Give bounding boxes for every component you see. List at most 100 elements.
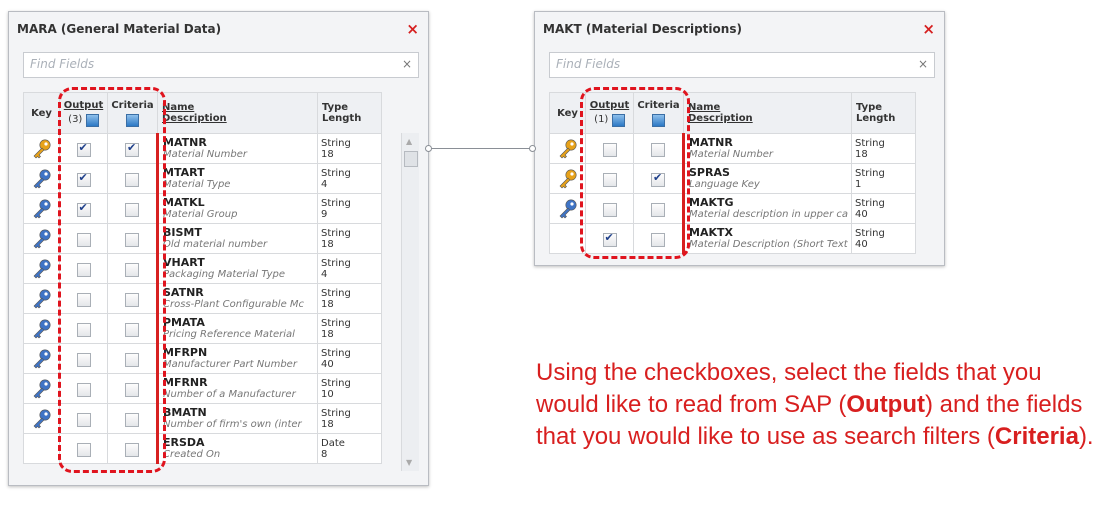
- field-description: Material Description (Short Text: [689, 239, 848, 250]
- key-cell: [23, 283, 60, 314]
- name-header-label: Name: [162, 102, 195, 113]
- type-length-cell: String 18: [317, 223, 382, 254]
- key-cell: [23, 193, 60, 224]
- highlight-box-makt: [580, 87, 690, 259]
- field-length: 4: [321, 268, 328, 280]
- field-length: 40: [855, 238, 868, 250]
- scrollbar-thumb[interactable]: [404, 151, 418, 167]
- key-cell: [23, 133, 60, 164]
- type-length-cell: String 18: [317, 403, 382, 434]
- field-length: 18: [855, 148, 868, 160]
- field-description: Manufacturer Part Number: [163, 359, 297, 370]
- type-length-cell: String 4: [317, 253, 382, 284]
- field-name-cell: SPRAS Language Key: [682, 163, 852, 194]
- field-description: Cross-Plant Configurable Mc: [163, 299, 305, 310]
- foreign-key-icon: [31, 288, 53, 308]
- name-header-label: Name: [688, 102, 721, 113]
- field-name: MFRNR: [163, 377, 208, 389]
- field-description: Material Number: [689, 149, 773, 160]
- field-type: String: [321, 137, 351, 149]
- field-type: String: [321, 167, 351, 179]
- field-description: Material Type: [163, 179, 231, 190]
- field-name-cell: SATNR Cross-Plant Configurable Mc: [156, 283, 318, 314]
- caption-criteria-word: Criteria: [994, 423, 1079, 450]
- field-search-box: ×: [23, 52, 419, 78]
- caption-part3: ).: [1078, 423, 1094, 450]
- field-type: String: [321, 317, 351, 329]
- field-type: String: [855, 167, 885, 179]
- field-name-cell: PMATA Pricing Reference Material: [156, 313, 318, 344]
- length-header-label: Length: [856, 113, 896, 124]
- scroll-up-icon[interactable]: ▲: [406, 137, 412, 146]
- field-length: 4: [321, 178, 328, 190]
- field-description: Old material number: [163, 239, 268, 250]
- field-description: Number of firm's own (inter: [163, 419, 302, 430]
- field-name: MATNR: [689, 137, 733, 149]
- field-length: 40: [855, 208, 868, 220]
- field-length: 18: [321, 238, 334, 250]
- field-description: Language Key: [689, 179, 760, 190]
- field-type: String: [855, 197, 885, 209]
- foreign-key-icon: [31, 348, 53, 368]
- field-type: String: [321, 407, 351, 419]
- type-length-cell: String 18: [317, 313, 382, 344]
- field-type: String: [321, 257, 351, 269]
- type-header-label: Type: [322, 102, 349, 113]
- name-header[interactable]: Name Description: [157, 92, 318, 134]
- field-name: BISMT: [163, 227, 202, 239]
- description-header-label: Description: [688, 113, 753, 124]
- key-cell: [23, 223, 60, 254]
- key-cell: [23, 343, 60, 374]
- type-length-cell: String 1: [851, 163, 916, 194]
- key-header: Key: [23, 92, 60, 134]
- type-length-cell: String 18: [317, 133, 382, 164]
- field-name: VHART: [163, 257, 205, 269]
- name-header[interactable]: Name Description: [683, 92, 852, 134]
- field-length: 9: [321, 208, 328, 220]
- field-name: MATKL: [163, 197, 205, 209]
- field-length: 1: [855, 178, 862, 190]
- join-endpoint-right: [529, 145, 536, 152]
- length-header-label: Length: [322, 113, 362, 124]
- field-name-cell: MATKL Material Group: [156, 193, 318, 224]
- type-length-cell: String 40: [851, 223, 916, 254]
- field-name-cell: BISMT Old material number: [156, 223, 318, 254]
- field-description: Created On: [163, 449, 221, 460]
- vertical-scrollbar[interactable]: ▲ ▼: [401, 133, 419, 471]
- field-type: Date: [321, 437, 345, 449]
- type-header-label: Type: [856, 102, 883, 113]
- close-icon[interactable]: ×: [922, 20, 935, 38]
- find-fields-input[interactable]: [30, 57, 360, 71]
- clear-search-icon[interactable]: ×: [402, 57, 412, 71]
- field-description: Packaging Material Type: [163, 269, 286, 280]
- field-name-cell: ERSDA Created On: [156, 433, 318, 464]
- find-fields-input[interactable]: [556, 57, 886, 71]
- field-length: 18: [321, 328, 334, 340]
- field-name: MATNR: [163, 137, 207, 149]
- type-length-cell: String 4: [317, 163, 382, 194]
- foreign-key-icon: [31, 378, 53, 398]
- field-type: String: [321, 227, 351, 239]
- clear-search-icon[interactable]: ×: [918, 57, 928, 71]
- field-name: SATNR: [163, 287, 204, 299]
- field-name-cell: MFRPN Manufacturer Part Number: [156, 343, 318, 374]
- field-name-cell: MATNR Material Number: [682, 133, 852, 164]
- field-name-cell: MAKTX Material Description (Short Text: [682, 223, 852, 254]
- field-description: Material Number: [163, 149, 247, 160]
- field-description: Material description in upper ca: [689, 209, 848, 220]
- field-length: 18: [321, 298, 334, 310]
- field-description: Material Group: [163, 209, 238, 220]
- field-type: String: [855, 227, 885, 239]
- field-name-cell: BMATN Number of firm's own (inter: [156, 403, 318, 434]
- type-header[interactable]: Type Length: [317, 92, 382, 134]
- close-icon[interactable]: ×: [406, 20, 419, 38]
- foreign-key-icon: [31, 318, 53, 338]
- scroll-down-icon[interactable]: ▼: [406, 458, 412, 467]
- field-type: String: [321, 347, 351, 359]
- field-length: 40: [321, 358, 334, 370]
- type-length-cell: String 40: [851, 193, 916, 224]
- type-header[interactable]: Type Length: [851, 92, 916, 134]
- field-name: BMATN: [163, 407, 207, 419]
- caption-output-word: Output: [846, 391, 925, 418]
- field-description: Pricing Reference Material: [163, 329, 295, 340]
